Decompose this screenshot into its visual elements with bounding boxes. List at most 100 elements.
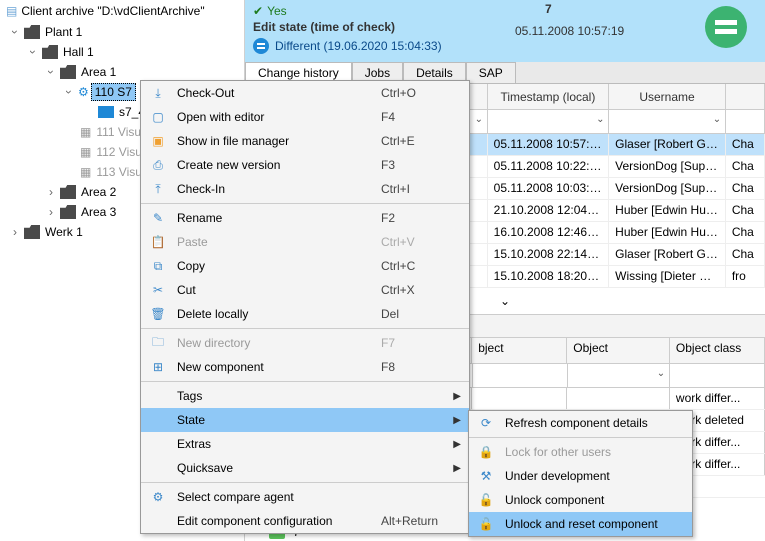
col-rest[interactable] [726,84,765,109]
filter-rest[interactable] [726,110,765,133]
equal-status-icon [705,6,747,48]
menu-cut[interactable]: ✂CutCtrl+X [141,278,469,302]
chevron-down-icon[interactable]: › [26,45,40,59]
menu-tags[interactable]: Tags▶ [141,384,469,408]
tree-label: 112 Visu [93,144,145,160]
version-date: 05.11.2008 10:57:19 [515,24,624,38]
filter-username[interactable]: ⌄ [609,110,726,133]
yes-label: Yes [267,4,287,18]
tree-root[interactable]: ▤ Client archive "D:\vdClientArchive" [0,0,244,22]
cmp-col-object2[interactable]: Object [567,338,670,363]
submenu-refresh[interactable]: ⟳Refresh component details [469,411,692,435]
chevron-down-icon: ⌄ [500,294,510,308]
chevron-right-icon[interactable]: › [8,225,22,239]
plc-icon: ⚙ [78,85,89,99]
cell-un: Glaser [Robert Glaser] [609,134,726,155]
cell-ts: 15.10.2008 18:20:03 [488,266,610,287]
cell-rest: Cha [726,156,765,177]
version-number: 7 [545,2,552,16]
tree-label: Area 2 [78,184,119,200]
tree-label: Werk 1 [42,224,86,240]
chevron-down-icon[interactable]: › [44,65,58,79]
menu-open-editor[interactable]: ▢Open with editorF4 [141,105,469,129]
menu-quicksave[interactable]: Quicksave▶ [141,456,469,480]
check-icon: ✔ [253,4,263,18]
tree-item-hall[interactable]: › Hall 1 [0,42,244,62]
col-username[interactable]: Username [609,84,726,109]
filemanager-icon: ▣ [149,134,167,148]
cell-un: VersionDog [Supera... [609,178,726,199]
menu-checkout[interactable]: ⤓Check-OutCtrl+O [141,81,469,105]
chevron-down-icon[interactable]: › [8,25,22,39]
col-timestamp[interactable]: Timestamp (local) [488,84,610,109]
cell-un: Huber [Edwin Huber] [609,222,726,243]
cmp-col-class[interactable]: Object class [670,338,765,363]
development-icon: ⚒ [477,469,495,483]
folder-icon: 🗀 [149,333,167,354]
menu-select-compare[interactable]: ⚙Select compare agent [141,485,469,509]
submenu-underdev[interactable]: ⚒Under development [469,464,692,488]
unlock-reset-icon: 🔓 [477,517,495,531]
cell-rest: Cha [726,178,765,199]
menu-checkin[interactable]: ⤒Check-InCtrl+I [141,177,469,201]
dropdown-icon[interactable]: ⌄ [596,114,604,125]
cell-rest: Cha [726,244,765,265]
cmp-filter-2[interactable]: ⌄ [568,364,671,387]
folder-icon [24,25,40,39]
unlock-icon: 🔓 [477,493,495,507]
cell-ts: 16.10.2008 12:46:01 [488,222,610,243]
submenu-arrow-icon: ▶ [453,439,461,450]
cmp-filter-1[interactable] [473,364,568,387]
state-submenu: ⟳Refresh component details 🔒Lock for oth… [468,410,693,537]
rename-icon: ✎ [149,211,167,225]
menu-show-filemgr[interactable]: ▣Show in file managerCtrl+E [141,129,469,153]
menu-rename[interactable]: ✎RenameF2 [141,206,469,230]
menu-edit-config[interactable]: Edit component configurationAlt+Return [141,509,469,533]
tree-label: 111 Visu [93,124,144,140]
cell-ts: 05.11.2008 10:57:19 [488,134,610,155]
filter-timestamp[interactable]: ⌄ [488,110,610,133]
editor-icon: ▢ [149,110,167,124]
visu-icon: ▦ [80,145,91,159]
tree-label: Plant 1 [42,24,85,40]
chevron-right-icon[interactable]: › [44,205,58,219]
menu-new-version[interactable]: ⎙Create new versionF3 [141,153,469,177]
tree-item-area1[interactable]: › Area 1 [0,62,244,82]
refresh-icon: ⟳ [477,416,495,430]
dropdown-icon[interactable]: ⌄ [657,368,665,379]
compare-icon: ⚙ [149,490,167,504]
tree-label: Area 1 [78,64,119,80]
tree-label: Area 3 [78,204,119,220]
cmp-filter-3[interactable] [670,364,765,387]
menu-state[interactable]: State▶ [141,408,469,432]
archive-icon: ▤ [6,4,17,18]
cmp-col-object1[interactable]: bject [472,338,567,363]
checkout-icon: ⤓ [149,86,167,101]
menu-delete[interactable]: 🗑Delete locallyDel [141,302,469,326]
menu-paste: 📋PasteCtrl+V [141,230,469,254]
cell-rest: Cha [726,200,765,221]
menu-extras[interactable]: Extras▶ [141,432,469,456]
menu-separator [141,203,469,204]
dropdown-icon[interactable]: ⌄ [475,114,483,125]
cell-class: work differ... [670,388,765,409]
lock-icon: 🔒 [477,445,495,459]
menu-separator [141,328,469,329]
submenu-unlock-reset[interactable]: 🔓Unlock and reset component [469,512,692,536]
menu-copy[interactable]: ⧉CopyCtrl+C [141,254,469,278]
cell-un: VersionDog [Supera... [609,156,726,177]
chevron-down-icon[interactable]: › [62,85,76,99]
cell-un: Glaser [Robert Glaser] [609,244,726,265]
menu-newcomp[interactable]: ⊞New componentF8 [141,355,469,379]
tab-sap[interactable]: SAP [466,62,516,83]
chevron-right-icon[interactable]: › [44,185,58,199]
cell-rest: fro [726,266,765,287]
submenu-unlock[interactable]: 🔓Unlock component [469,488,692,512]
dropdown-icon[interactable]: ⌄ [713,114,721,125]
visu-icon: ▦ [80,165,91,179]
folder-icon [60,185,76,199]
block-icon [98,106,114,118]
tree-item-plant[interactable]: › Plant 1 [0,22,244,42]
menu-separator [141,482,469,483]
folder-icon [42,45,58,59]
